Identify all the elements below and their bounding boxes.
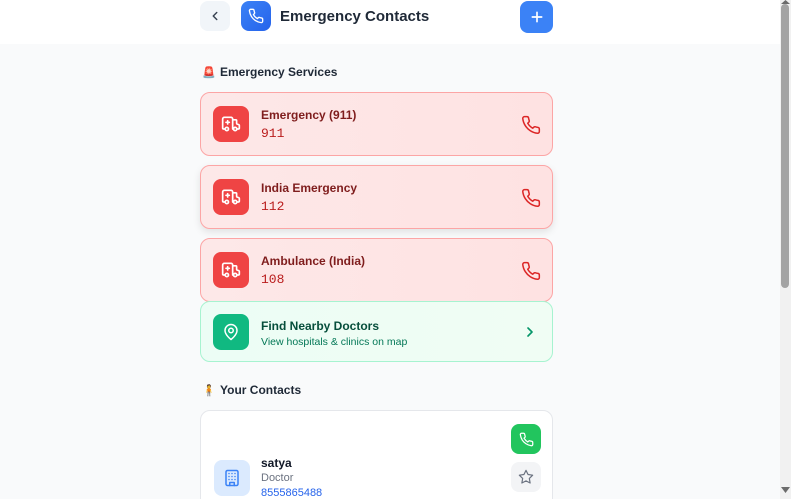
service-number: 108: [261, 272, 285, 287]
scrollbar-thumb[interactable]: [781, 4, 789, 288]
contact-card[interactable]: satya Doctor 8555865488: [200, 410, 553, 499]
chevron-left-icon: [212, 11, 218, 21]
phone-icon[interactable]: [521, 115, 541, 135]
service-card-112[interactable]: India Emergency 112: [200, 165, 553, 229]
service-name: India Emergency: [261, 181, 358, 195]
find-nearby-doctors-card[interactable]: Find Nearby Doctors View hospitals & cli…: [200, 301, 553, 362]
add-contact-button[interactable]: [520, 1, 553, 33]
phone-icon: [248, 8, 264, 24]
service-name: Emergency (911): [261, 108, 357, 122]
header-phone-badge: [241, 1, 271, 31]
section-emergency-services: 🚨 Emergency Services: [202, 65, 337, 79]
contact-phone[interactable]: 8555865488: [261, 487, 322, 499]
ambulance-icon: [213, 252, 249, 288]
contact-name: satya: [261, 456, 292, 470]
phone-icon: [519, 432, 533, 446]
service-card-911[interactable]: Emergency (911) 911: [200, 92, 553, 156]
section-label: Your Contacts: [220, 383, 302, 397]
section-your-contacts: 🧍 Your Contacts: [202, 383, 301, 397]
call-contact-button[interactable]: [511, 424, 541, 454]
section-label: Emergency Services: [220, 65, 338, 79]
map-pin-icon: [213, 314, 249, 350]
ambulance-icon: [213, 106, 249, 142]
app-header: Emergency Contacts: [0, 0, 780, 44]
nearby-title: Find Nearby Doctors: [261, 319, 380, 333]
scroll-down-icon[interactable]: [781, 487, 790, 495]
service-name: Ambulance (India): [261, 254, 366, 268]
favorite-button[interactable]: [511, 462, 541, 492]
phone-icon[interactable]: [521, 188, 541, 208]
service-number: 911: [261, 126, 285, 141]
service-card-108[interactable]: Ambulance (India) 108: [200, 238, 553, 302]
contact-role: Doctor: [261, 472, 294, 484]
ambulance-icon: [213, 179, 249, 215]
window-gutter: [791, 0, 806, 499]
person-icon: 🧍: [202, 384, 216, 397]
avatar: [214, 460, 250, 496]
siren-icon: 🚨: [202, 66, 216, 79]
plus-icon: [531, 11, 542, 23]
chevron-right-icon: [527, 327, 533, 337]
service-number: 112: [261, 199, 285, 214]
back-button[interactable]: [200, 1, 230, 31]
phone-icon[interactable]: [521, 261, 541, 281]
page-title: Emergency Contacts: [280, 8, 430, 25]
building-icon: [225, 469, 239, 487]
nearby-subtitle: View hospitals & clinics on map: [261, 336, 408, 348]
scroll-up-icon[interactable]: [781, 0, 790, 4]
star-icon: [518, 469, 534, 484]
